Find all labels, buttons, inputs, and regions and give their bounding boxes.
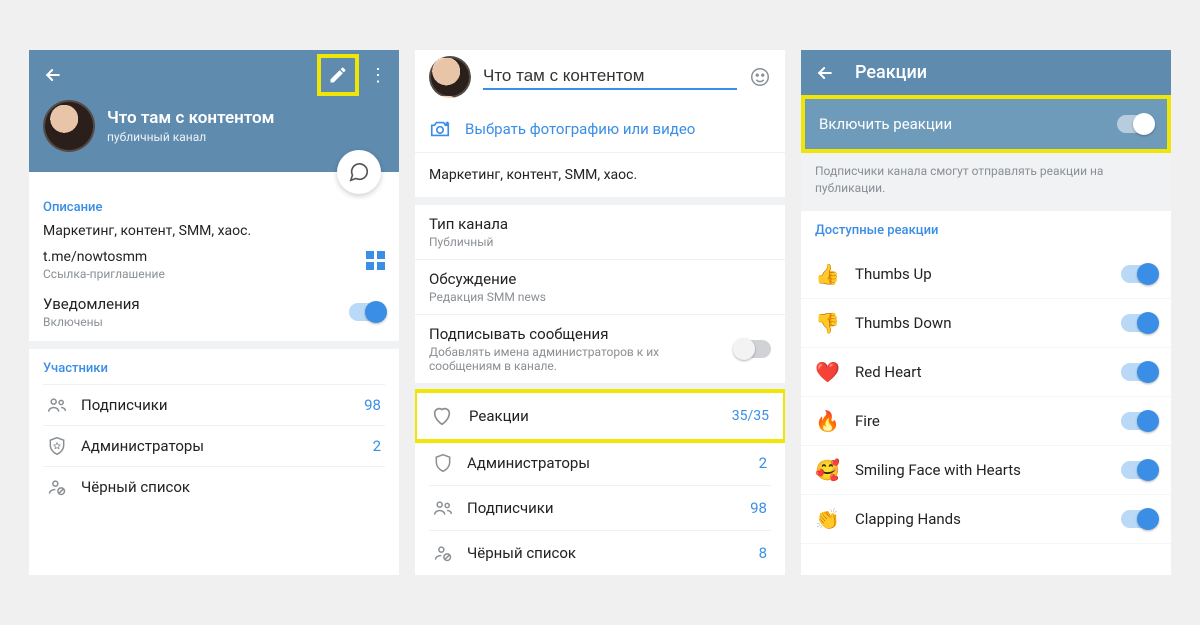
subscribers-count: 98: [364, 396, 381, 414]
reaction-emoji: ❤️: [815, 360, 843, 384]
admins-count: 2: [759, 454, 767, 472]
more-icon[interactable]: ⋮: [369, 65, 385, 86]
reaction-name: Red Heart: [855, 363, 1121, 381]
discussion-title: Обсуждение: [429, 270, 771, 288]
sign-sub: Добавлять имена администраторов к их соо…: [429, 345, 725, 373]
channel-type-value: Публичный: [429, 235, 771, 249]
pencil-icon[interactable]: [328, 65, 348, 85]
reactions-label: Реакции: [469, 407, 732, 425]
reactions-header: Реакции: [801, 50, 1171, 95]
heart-icon: [431, 405, 453, 427]
reaction-name: Thumbs Down: [855, 314, 1121, 332]
shield-icon: [43, 436, 71, 456]
avatar[interactable]: [429, 56, 471, 98]
description-field[interactable]: Маркетинг, контент, SMM, хаос.: [415, 153, 785, 205]
reaction-toggle[interactable]: [1121, 363, 1157, 381]
admins-label: Администраторы: [467, 454, 759, 472]
reaction-toggle[interactable]: [1121, 314, 1157, 332]
avatar[interactable]: [43, 100, 95, 152]
admins-row[interactable]: Администраторы 2: [43, 425, 385, 466]
reactions-count: 35/35: [732, 408, 769, 424]
available-reactions-label: Доступные реакции: [815, 223, 1157, 238]
channel-subtitle: публичный канал: [107, 130, 275, 144]
blocked-icon: [43, 477, 71, 497]
reaction-toggle[interactable]: [1121, 265, 1157, 283]
reactions-helper: Подписчики канала смогут отправлять реак…: [801, 153, 1171, 211]
reactions-row-highlight[interactable]: Реакции 35/35: [415, 389, 785, 443]
page-title: Реакции: [855, 62, 927, 83]
edit-highlight-box: [317, 54, 359, 96]
reaction-emoji: 👏: [815, 507, 843, 531]
subscribers-label: Подписчики: [81, 396, 364, 414]
sign-messages-row[interactable]: Подписывать сообщения Добавлять имена ад…: [415, 315, 785, 391]
channel-type-row[interactable]: Тип канала Публичный: [415, 205, 785, 260]
message-fab[interactable]: [337, 150, 381, 194]
members-label: Участники: [43, 361, 385, 376]
choose-photo-label: Выбрать фотографию или видео: [465, 120, 695, 138]
reaction-emoji: 🥰: [815, 458, 843, 482]
enable-reactions-highlight[interactable]: Включить реакции: [801, 95, 1171, 153]
blacklist-label: Чёрный список: [467, 544, 759, 562]
channel-name-input[interactable]: [483, 64, 737, 90]
reaction-row[interactable]: 🥰 Smiling Face with Hearts: [801, 446, 1171, 495]
sign-toggle[interactable]: [735, 340, 771, 358]
notifications-toggle[interactable]: [349, 303, 385, 321]
subscribers-count: 98: [750, 499, 767, 517]
blocked-icon: [429, 543, 457, 563]
reaction-toggle[interactable]: [1121, 510, 1157, 528]
reaction-emoji: 👍: [815, 262, 843, 286]
invite-link[interactable]: t.me/nowtosmm: [43, 249, 165, 265]
camera-icon: [429, 118, 451, 140]
sign-title: Подписывать сообщения: [429, 325, 725, 343]
admins-row[interactable]: Администраторы 2: [429, 441, 771, 485]
blacklist-row[interactable]: Чёрный список 8: [429, 530, 771, 575]
reaction-name: Clapping Hands: [855, 510, 1121, 528]
reaction-emoji: 👎: [815, 311, 843, 335]
shield-icon: [429, 453, 457, 473]
subscribers-label: Подписчики: [467, 499, 750, 517]
section-description-label: Описание: [43, 200, 385, 215]
reaction-row[interactable]: ❤️ Red Heart: [801, 348, 1171, 397]
back-icon[interactable]: [815, 63, 835, 83]
people-icon: [43, 395, 71, 415]
invite-link-sub: Ссылка-приглашение: [43, 267, 165, 281]
reaction-row[interactable]: 👏 Clapping Hands: [801, 495, 1171, 544]
reactions-settings-pane: Реакции Включить реакции Подписчики кана…: [801, 50, 1171, 575]
notifications-value: Включены: [43, 315, 140, 329]
notifications-label: Уведомления: [43, 295, 140, 313]
reaction-row[interactable]: 👍 Thumbs Up: [801, 250, 1171, 299]
channel-type-title: Тип канала: [429, 215, 771, 233]
reactions-list: 👍 Thumbs Up 👎 Thumbs Down ❤️ Red Heart 🔥 Fire 🥰 S…: [801, 250, 1171, 544]
emoji-icon[interactable]: [749, 66, 771, 88]
reaction-row[interactable]: 🔥 Fire: [801, 397, 1171, 446]
reaction-emoji: 🔥: [815, 409, 843, 433]
enable-reactions-label: Включить реакции: [819, 115, 952, 133]
reaction-toggle[interactable]: [1121, 461, 1157, 479]
channel-header: ⋮ Что там с контентом публичный канал: [29, 50, 399, 172]
channel-description: Маркетинг, контент, SMM, хаос.: [43, 223, 385, 239]
reaction-row[interactable]: 👎 Thumbs Down: [801, 299, 1171, 348]
enable-reactions-toggle[interactable]: [1117, 115, 1153, 133]
discussion-value: Редакция SMM news: [429, 290, 771, 304]
channel-title: Что там с контентом: [107, 108, 275, 128]
qr-icon[interactable]: [366, 251, 385, 270]
channel-info-pane: ⋮ Что там с контентом публичный канал Оп…: [29, 50, 399, 575]
blacklist-count: 8: [759, 544, 767, 562]
discussion-row[interactable]: Обсуждение Редакция SMM news: [415, 260, 785, 315]
blacklist-label: Чёрный список: [81, 478, 385, 496]
admins-label: Администраторы: [81, 437, 373, 455]
subscribers-row[interactable]: Подписчики 98: [43, 384, 385, 425]
reaction-name: Fire: [855, 412, 1121, 430]
admins-count: 2: [373, 437, 381, 455]
back-icon[interactable]: [43, 65, 63, 85]
reaction-name: Thumbs Up: [855, 265, 1121, 283]
reaction-toggle[interactable]: [1121, 412, 1157, 430]
people-icon: [429, 498, 457, 518]
blacklist-row[interactable]: Чёрный список: [43, 466, 385, 507]
channel-edit-pane: Выбрать фотографию или видео Маркетинг, …: [415, 50, 785, 575]
subscribers-row[interactable]: Подписчики 98: [429, 485, 771, 530]
reaction-name: Smiling Face with Hearts: [855, 461, 1121, 479]
choose-photo-row[interactable]: Выбрать фотографию или видео: [415, 106, 785, 153]
